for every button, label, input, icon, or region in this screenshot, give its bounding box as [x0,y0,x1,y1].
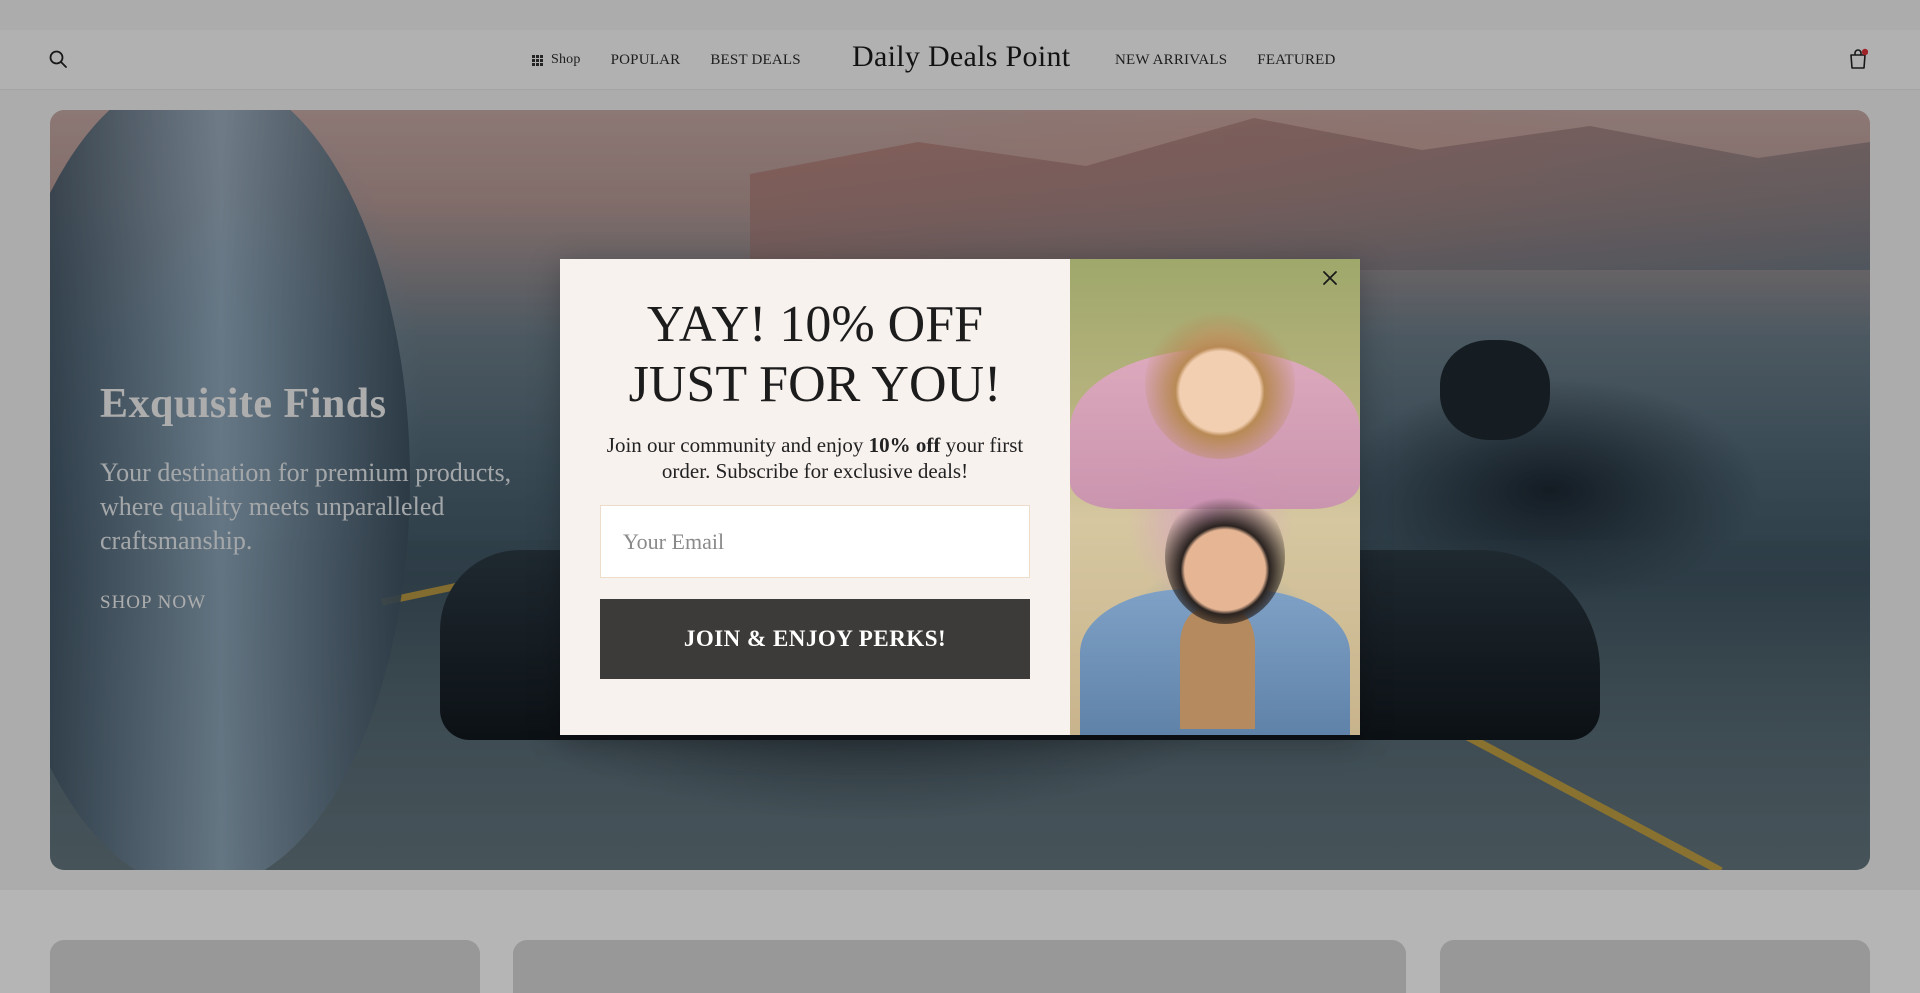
popup-image-figure [1145,309,1295,459]
popup-form-panel: YAY! 10% OFF JUST FOR YOU! Join our comm… [560,259,1070,735]
popup-title-line2: JUST FOR YOU! [628,356,1002,413]
email-input[interactable] [600,505,1030,578]
popup-image-figure [1165,489,1285,624]
popup-title: YAY! 10% OFF JUST FOR YOU! [560,295,1070,415]
popup-description: Join our community and enjoy 10% off you… [600,432,1030,484]
discount-popup: YAY! 10% OFF JUST FOR YOU! Join our comm… [560,259,1360,735]
join-button[interactable]: JOIN & ENJOY PERKS! [600,599,1030,679]
popup-desc-highlight: 10% off [868,433,941,457]
popup-image [1070,259,1360,735]
popup-image-figure [1180,609,1255,729]
popup-title-line1: YAY! 10% OFF [646,296,984,353]
popup-desc-text: Join our community and enjoy [606,433,869,457]
close-icon[interactable] [1320,268,1340,288]
